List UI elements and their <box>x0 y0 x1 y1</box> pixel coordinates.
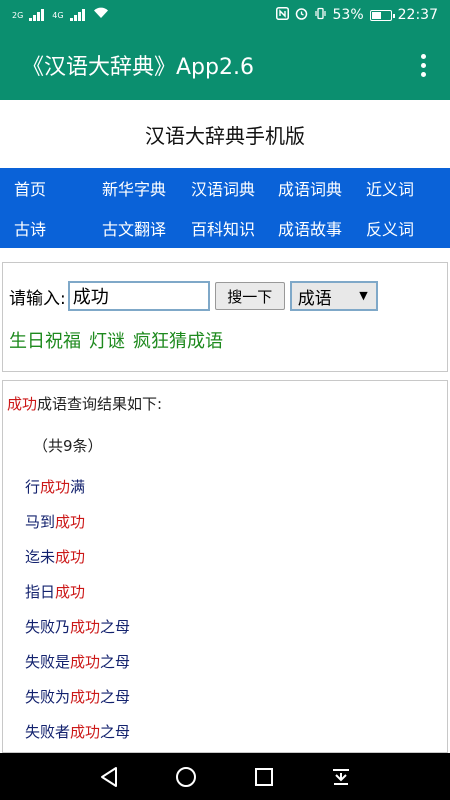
nav-chinese-dictionary-link[interactable]: 汉语词典 <box>191 176 278 200</box>
nav-synonyms-link[interactable]: 近义词 <box>366 176 414 200</box>
app-bar: 《汉语大辞典》App2.6 <box>0 30 450 100</box>
nav-xinhua-dictionary-link[interactable]: 新华字典 <box>102 176 191 200</box>
nav-row-2: 古诗 古文翻译 百科知识 成语故事 反义词 <box>0 208 450 248</box>
result-text-prefix: 失败为 <box>25 688 71 706</box>
clock-time: 22:37 <box>397 7 438 23</box>
nav-home-link[interactable]: 首页 <box>14 176 102 200</box>
nav-classical-translation-link[interactable]: 古文翻译 <box>102 216 191 240</box>
results-keyword: 成功 <box>7 395 38 413</box>
overflow-menu-icon[interactable] <box>418 53 428 77</box>
result-text-prefix: 失败乃 <box>25 618 71 636</box>
result-keyword: 成功 <box>70 688 101 706</box>
result-text-suffix: 之母 <box>100 723 131 741</box>
result-text-prefix: 指日 <box>25 583 56 601</box>
result-text-suffix: 之母 <box>100 653 131 671</box>
result-text-suffix: 满 <box>70 478 86 496</box>
result-keyword: 成功 <box>55 513 86 531</box>
result-item[interactable]: 失败者 成功 之母 <box>25 714 130 749</box>
signal-label-2: 4G <box>52 10 64 20</box>
result-keyword: 成功 <box>70 653 101 671</box>
nav-antonyms-link[interactable]: 反义词 <box>366 216 414 240</box>
wifi-icon <box>93 7 109 23</box>
nav-poems-link[interactable]: 古诗 <box>14 216 102 240</box>
search-label: 请输入: <box>9 288 66 309</box>
nfc-icon <box>275 6 289 24</box>
recents-icon[interactable] <box>252 765 276 789</box>
result-item[interactable]: 行成功满 <box>25 469 130 504</box>
dropdown-arrow-icon: ▼ <box>359 289 368 302</box>
app-title: 《汉语大辞典》App2.6 <box>22 55 254 80</box>
result-item[interactable]: 马到 成功 <box>25 504 130 539</box>
result-text-prefix: 马到 <box>25 513 56 531</box>
nav-row-1: 首页 新华字典 汉语词典 成语词典 近义词 <box>0 168 450 208</box>
nav-encyclopedia-link[interactable]: 百科知识 <box>191 216 278 240</box>
result-keyword: 成功 <box>55 583 86 601</box>
results-count: （共9条） <box>33 437 103 455</box>
home-icon[interactable] <box>174 765 198 789</box>
status-bar: 2G 4G 53% 22:37 <box>0 0 450 30</box>
search-type-value: 成语 <box>297 288 332 309</box>
site-title: 汉语大辞典手机版 <box>0 100 450 168</box>
search-row: 请输入: 搜一下 成语 ▼ <box>9 281 378 311</box>
alarm-icon <box>295 7 308 24</box>
system-nav-bar <box>0 753 450 800</box>
search-button[interactable]: 搜一下 <box>214 282 285 310</box>
search-panel: 请输入: 搜一下 成语 ▼ 生日祝福 灯谜 疯狂猜成语 <box>2 262 448 372</box>
result-text-prefix: 行 <box>25 478 41 496</box>
nav-idiom-dictionary-link[interactable]: 成语词典 <box>278 176 366 200</box>
nav-menu: 首页 新华字典 汉语词典 成语词典 近义词 古诗 古文翻译 百科知识 成语故事 … <box>0 168 450 248</box>
result-keyword: 成功 <box>55 548 86 566</box>
results-panel: 成功成语查询结果如下: （共9条） 行成功满马到 成功 迄未 成功 指日 成功 失败乃 成功之… <box>2 380 448 753</box>
birthday-wishes-link[interactable]: 生日祝福 <box>9 327 81 353</box>
result-text-prefix: 失败者 <box>25 723 71 741</box>
result-keyword: 成功 <box>70 723 101 741</box>
results-list: 行成功满马到 成功 迄未 成功 指日 成功 失败乃 成功 之母 失败是 成功 之母 失败为 成功 之母 失败者… <box>25 469 130 749</box>
result-item[interactable]: 指日 成功 <box>25 574 130 609</box>
battery-icon <box>369 9 395 21</box>
battery-percent: 53% <box>332 7 364 23</box>
result-item[interactable]: 迄未 成功 <box>25 539 130 574</box>
result-text-suffix: 之母 <box>100 688 131 706</box>
search-type-select[interactable]: 成语 ▼ <box>289 281 378 311</box>
result-item[interactable]: 失败为 成功 之母 <box>25 679 130 714</box>
signal-bars-2-icon <box>69 9 85 21</box>
result-item[interactable]: 失败乃 成功 之母 <box>25 609 130 644</box>
result-keyword: 成功 <box>40 478 71 496</box>
vibrate-icon <box>314 7 327 24</box>
notification-pulldown-icon[interactable] <box>329 765 353 789</box>
result-text-prefix: 失败是 <box>25 653 71 671</box>
result-text-prefix: 迄未 <box>25 548 56 566</box>
nav-idiom-stories-link[interactable]: 成语故事 <box>278 216 366 240</box>
status-right: 53% 22:37 <box>275 6 438 24</box>
search-input[interactable] <box>67 281 210 311</box>
back-icon[interactable] <box>97 765 121 789</box>
signal-bars-1-icon <box>29 9 45 21</box>
idiom-guess-game-link[interactable]: 疯狂猜成语 <box>133 327 223 353</box>
result-text-suffix: 之母 <box>100 618 131 636</box>
battery-fill <box>371 11 381 19</box>
result-keyword: 成功 <box>70 618 101 636</box>
signal-label-1: 2G <box>12 10 24 20</box>
status-left: 2G 4G <box>12 7 109 23</box>
results-header-text: 成语查询结果如下: <box>37 395 163 413</box>
result-item[interactable]: 失败是 成功 之母 <box>25 644 130 679</box>
results-header: 成功成语查询结果如下: <box>7 393 162 414</box>
quick-links: 生日祝福 灯谜 疯狂猜成语 <box>9 327 223 353</box>
riddles-link[interactable]: 灯谜 <box>89 327 125 353</box>
